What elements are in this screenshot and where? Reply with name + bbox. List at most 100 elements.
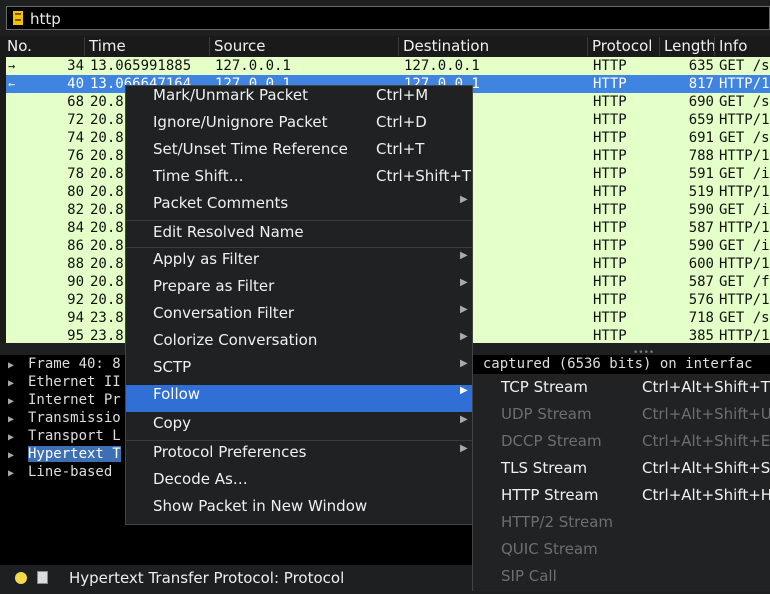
column-header-no[interactable]: No. <box>0 37 84 56</box>
bookmark-icon[interactable] <box>13 11 23 25</box>
cell-protocol: HTTP <box>593 94 627 110</box>
cell-protocol: HTTP <box>593 148 627 164</box>
follow-menu-item[interactable]: TLS Stream Ctrl+Alt+Shift+S <box>473 459 770 486</box>
expert-info-icon[interactable] <box>15 572 27 584</box>
cell-no: 40 <box>67 76 84 92</box>
cell-info: GET /s <box>719 94 770 110</box>
context-menu-item[interactable]: Packet Comments ▶ <box>126 194 472 221</box>
packet-context-menu: Mark/Unmark Packet Ctrl+M Ignore/Unignore … <box>125 85 473 525</box>
cell-protocol: HTTP <box>593 256 627 272</box>
cell-protocol: HTTP <box>593 220 627 236</box>
cell-protocol: HTTP <box>593 58 627 74</box>
menu-item-label: UDP Stream <box>501 405 592 423</box>
cell-protocol: HTTP <box>593 274 627 290</box>
cell-time: 20.8 <box>90 202 124 218</box>
cell-source: 127.0.0.1 <box>215 58 291 74</box>
context-menu-item[interactable]: Show Packet in New Window <box>126 497 472 524</box>
detail-tree-item[interactable]: ▶ Line-based <box>8 463 112 481</box>
cell-no: 84 <box>67 220 84 236</box>
column-header-length[interactable]: Length <box>659 37 716 56</box>
column-header-destination[interactable]: Destination <box>398 37 587 56</box>
detail-tree-item[interactable]: ▶ Transmissio <box>8 409 121 427</box>
cell-no: 78 <box>67 166 84 182</box>
context-menu-item[interactable]: Colorize Conversation ▶ <box>126 331 472 358</box>
detail-tree-item[interactable]: ▶ Ethernet II <box>8 373 121 391</box>
display-filter-input[interactable]: http <box>6 6 770 30</box>
detail-label: Transport L <box>28 428 121 444</box>
context-menu-item[interactable]: Time Shift… Ctrl+Shift+T <box>126 167 472 194</box>
follow-submenu: TCP Stream Ctrl+Alt+Shift+T UDP Stream Ctrl… <box>472 374 770 591</box>
context-menu-item[interactable]: Ignore/Unignore Packet Ctrl+D <box>126 113 472 140</box>
detail-label-tail: s captured (6536 bits) on interfac <box>466 356 753 372</box>
context-menu-item[interactable]: SCTP ▶ <box>126 358 472 385</box>
context-menu-item[interactable]: Conversation Filter ▶ <box>126 304 472 331</box>
detail-tree-item[interactable]: ▶ Transport L <box>8 427 121 445</box>
detail-tree-item[interactable]: ▶ Hypertext T <box>8 445 121 463</box>
cell-no: 90 <box>67 274 84 290</box>
cell-info: HTTP/1 <box>719 112 770 128</box>
column-header-protocol[interactable]: Protocol <box>587 37 659 56</box>
detail-label: Ethernet II <box>28 374 121 390</box>
menu-item-label: Time Shift… <box>153 167 244 185</box>
cell-length: 587 <box>688 274 714 290</box>
follow-menu-item[interactable]: HTTP Stream Ctrl+Alt+Shift+H <box>473 486 770 513</box>
cell-time: 20.8 <box>90 238 124 254</box>
cell-time: 20.8 <box>90 130 124 146</box>
menu-item-label: HTTP/2 Stream <box>501 513 614 531</box>
submenu-arrow-icon: ▶ <box>460 331 468 342</box>
cell-no: 74 <box>67 130 84 146</box>
table-row[interactable]: → 34 13.065991885 127.0.0.1 127.0.0.1 HTTP 635… <box>6 57 770 75</box>
cell-info: GET /s <box>719 130 770 146</box>
cell-time: 20.8 <box>90 220 124 236</box>
cell-info: HTTP/1 <box>719 328 770 343</box>
cell-length: 690 <box>688 94 714 110</box>
follow-menu-item: SIP Call <box>473 567 770 594</box>
cell-destination: 127.0.0.1 <box>404 58 480 74</box>
cell-no: 72 <box>67 112 84 128</box>
capture-comment-icon[interactable] <box>37 571 48 584</box>
follow-menu-item: QUIC Stream <box>473 540 770 567</box>
submenu-arrow-icon: ▶ <box>460 443 468 454</box>
cell-protocol: HTTP <box>593 166 627 182</box>
cell-length: 590 <box>688 238 714 254</box>
cell-info: GET /i <box>719 166 770 182</box>
context-menu-item[interactable]: Prepare as Filter ▶ <box>126 277 472 304</box>
menu-item-label: Ignore/Unignore Packet <box>153 113 328 131</box>
submenu-arrow-icon: ▶ <box>460 414 468 425</box>
cell-info: GET /i <box>719 202 770 218</box>
menu-item-label: Colorize Conversation <box>153 331 318 349</box>
menu-item-shortcut: Ctrl+Shift+T <box>376 167 472 185</box>
expand-arrow-icon[interactable]: ▶ <box>8 465 28 483</box>
cell-length: 788 <box>688 148 714 164</box>
cell-info: GET /s <box>719 58 770 74</box>
cell-no: 68 <box>67 94 84 110</box>
follow-menu-item[interactable]: TCP Stream Ctrl+Alt+Shift+T <box>473 378 770 405</box>
context-menu-item[interactable]: Follow ▶ <box>126 385 472 412</box>
detail-tree-item[interactable]: ▶ Internet Pr <box>8 391 121 409</box>
cell-time: 20.8 <box>90 256 124 272</box>
detail-tree-item[interactable]: ▶ Frame 40: 8 s captured (6536 bits) on in… <box>8 355 753 373</box>
column-header-source[interactable]: Source <box>209 37 398 56</box>
menu-item-label: DCCP Stream <box>501 432 602 450</box>
cell-time: 13.065991885 <box>90 58 192 74</box>
context-menu-item[interactable]: Edit Resolved Name <box>126 223 472 250</box>
cell-length: 385 <box>688 328 714 343</box>
context-menu-item[interactable]: Protocol Preferences ▶ <box>126 443 472 470</box>
menu-item-shortcut: Ctrl+Alt+Shift+U <box>642 405 770 423</box>
submenu-arrow-icon: ▶ <box>460 194 468 205</box>
menu-item-shortcut: Ctrl+Alt+Shift+S <box>642 459 770 477</box>
column-header-info[interactable]: Info <box>714 37 770 56</box>
context-menu-item[interactable]: Decode As… <box>126 470 472 497</box>
column-header-time[interactable]: Time <box>84 37 209 56</box>
cell-time: 23.8 <box>90 328 124 343</box>
context-menu-item[interactable]: Mark/Unmark Packet Ctrl+M <box>126 86 472 113</box>
follow-menu-item: UDP Stream Ctrl+Alt+Shift+U <box>473 405 770 432</box>
cell-no: 80 <box>67 184 84 200</box>
submenu-arrow-icon: ▶ <box>460 385 468 396</box>
context-menu-item[interactable]: Copy ▶ <box>126 414 472 441</box>
context-menu-item[interactable]: Apply as Filter ▶ <box>126 250 472 277</box>
menu-item-shortcut: Ctrl+Alt+Shift+T <box>642 378 770 396</box>
context-menu-item[interactable]: Set/Unset Time Reference Ctrl+T <box>126 140 472 167</box>
menu-item-label: Edit Resolved Name <box>153 223 304 241</box>
cell-protocol: HTTP <box>593 292 627 308</box>
